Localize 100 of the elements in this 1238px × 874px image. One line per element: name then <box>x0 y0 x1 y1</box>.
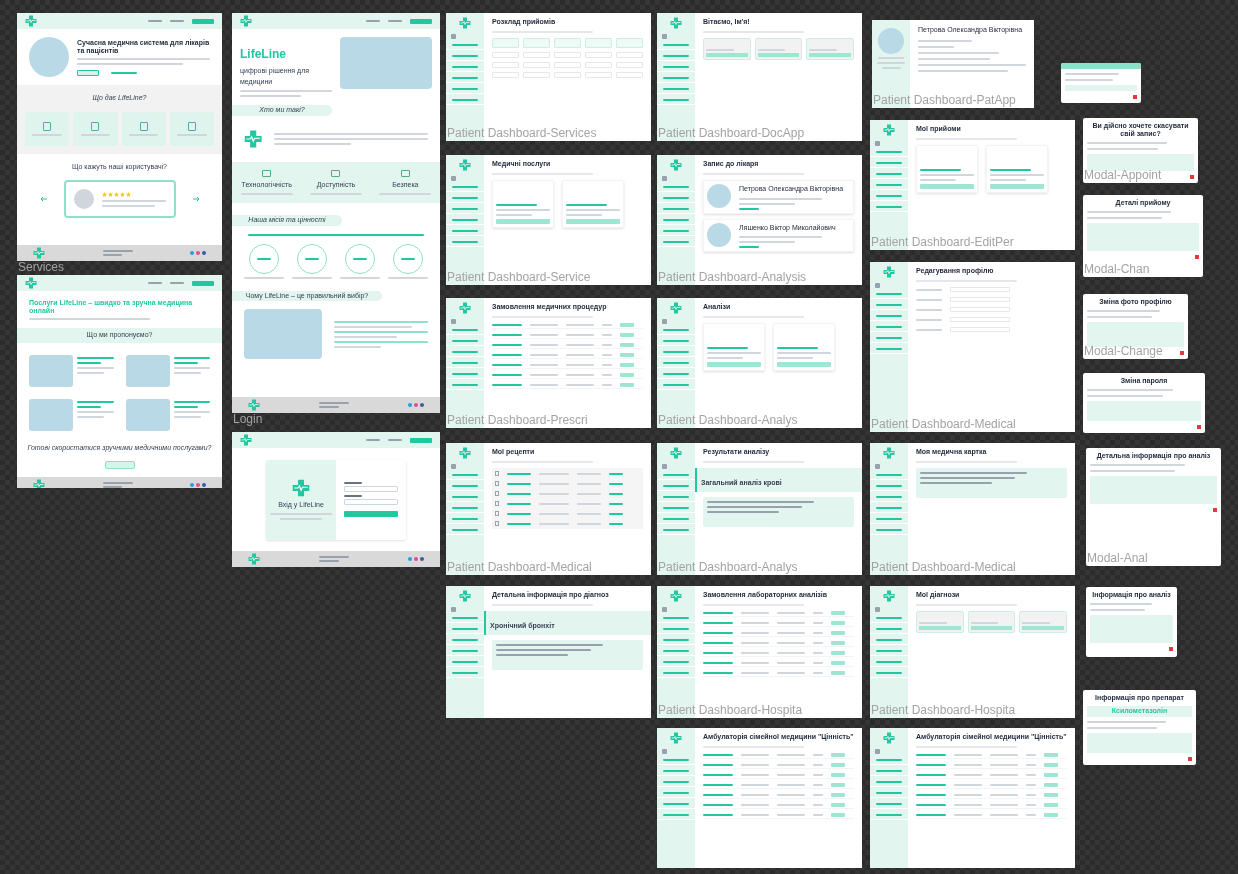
order-button[interactable] <box>831 793 845 797</box>
sidebar-item[interactable] <box>657 814 695 820</box>
sidebar-item[interactable] <box>657 529 695 535</box>
login-button[interactable] <box>192 280 214 286</box>
sidebar-item[interactable] <box>870 507 908 513</box>
sidebar-item[interactable] <box>870 315 908 321</box>
tile-button[interactable] <box>970 626 1013 630</box>
sidebar-item[interactable] <box>657 650 695 656</box>
sidebar-item[interactable] <box>657 340 695 346</box>
sidebar-item[interactable] <box>657 66 695 72</box>
order-button[interactable] <box>831 773 845 777</box>
order-button[interactable] <box>1044 803 1058 807</box>
sidebar-item[interactable] <box>446 373 484 379</box>
time-slot[interactable] <box>554 52 581 58</box>
order-button[interactable] <box>831 651 845 655</box>
time-slot[interactable] <box>492 72 519 78</box>
sidebar-item[interactable] <box>446 55 484 61</box>
input-field[interactable] <box>950 297 1010 302</box>
sidebar-item[interactable] <box>657 208 695 214</box>
sidebar-item[interactable] <box>657 219 695 225</box>
sidebar-item[interactable] <box>657 230 695 236</box>
sidebar-item[interactable] <box>870 770 908 776</box>
order-button[interactable] <box>620 333 634 337</box>
time-slot[interactable] <box>492 52 519 58</box>
sidebar-item[interactable] <box>446 507 484 513</box>
sidebar-item[interactable] <box>446 384 484 390</box>
sidebar-item[interactable] <box>657 770 695 776</box>
sidebar-item[interactable] <box>657 329 695 335</box>
sidebar-item[interactable] <box>446 208 484 214</box>
sidebar-item[interactable] <box>657 373 695 379</box>
sidebar-item[interactable] <box>446 496 484 502</box>
sidebar-item[interactable] <box>870 814 908 820</box>
sidebar-item[interactable] <box>446 340 484 346</box>
sidebar-item[interactable] <box>870 496 908 502</box>
sidebar-item[interactable] <box>446 617 484 623</box>
sidebar-item[interactable] <box>446 661 484 667</box>
order-button[interactable] <box>1044 783 1058 787</box>
time-slot[interactable] <box>523 52 550 58</box>
time-slot[interactable] <box>492 62 519 68</box>
login-button[interactable] <box>410 18 432 24</box>
sidebar-item[interactable] <box>657 628 695 634</box>
order-button[interactable] <box>1044 793 1058 797</box>
sidebar-item[interactable] <box>657 197 695 203</box>
order-button[interactable] <box>620 383 634 387</box>
start-button[interactable] <box>104 461 135 469</box>
sidebar-item[interactable] <box>657 759 695 765</box>
sidebar-item[interactable] <box>657 803 695 809</box>
sidebar-item[interactable] <box>870 628 908 634</box>
sidebar-item[interactable] <box>657 617 695 623</box>
time-slot[interactable] <box>554 72 581 78</box>
primary-button[interactable] <box>77 69 99 76</box>
tile-button[interactable] <box>919 626 961 630</box>
order-button[interactable] <box>1044 813 1058 817</box>
sidebar-item[interactable] <box>657 77 695 83</box>
sidebar-item[interactable] <box>870 485 908 491</box>
sidebar-item[interactable] <box>446 628 484 634</box>
order-button[interactable] <box>831 813 845 817</box>
input-field[interactable] <box>344 486 398 492</box>
input-field[interactable] <box>344 499 398 505</box>
order-button[interactable] <box>620 343 634 347</box>
sidebar-item[interactable] <box>657 518 695 524</box>
sidebar-item[interactable] <box>446 518 484 524</box>
sidebar-item[interactable] <box>870 304 908 310</box>
sidebar-item[interactable] <box>657 661 695 667</box>
sidebar-item[interactable] <box>657 496 695 502</box>
sidebar-item[interactable] <box>870 151 908 157</box>
sidebar-item[interactable] <box>657 241 695 247</box>
time-slot[interactable] <box>616 52 643 58</box>
sidebar-item[interactable] <box>446 329 484 335</box>
sidebar-item[interactable] <box>870 162 908 168</box>
time-slot[interactable] <box>554 62 581 68</box>
sidebar-item[interactable] <box>870 781 908 787</box>
arrow-right-icon[interactable] <box>191 196 200 202</box>
sidebar-item[interactable] <box>446 197 484 203</box>
order-button[interactable] <box>831 621 845 625</box>
sidebar-item[interactable] <box>870 474 908 480</box>
order-button[interactable] <box>831 803 845 807</box>
sidebar-item[interactable] <box>870 803 908 809</box>
order-button[interactable] <box>831 763 845 767</box>
sidebar-item[interactable] <box>446 77 484 83</box>
input-field[interactable] <box>950 327 1010 332</box>
order-button[interactable] <box>1044 753 1058 757</box>
date-tab[interactable] <box>492 38 519 48</box>
sidebar-item[interactable] <box>657 672 695 678</box>
sidebar-item[interactable] <box>657 485 695 491</box>
sidebar-item[interactable] <box>446 88 484 94</box>
date-tab[interactable] <box>585 38 612 48</box>
sidebar-item[interactable] <box>446 650 484 656</box>
order-button[interactable] <box>1044 773 1058 777</box>
login-button[interactable] <box>410 437 432 443</box>
input-field[interactable] <box>950 307 1010 312</box>
sidebar-item[interactable] <box>870 650 908 656</box>
sidebar-item[interactable] <box>870 293 908 299</box>
order-button[interactable] <box>831 641 845 645</box>
tile-button[interactable] <box>809 53 851 57</box>
order-button[interactable] <box>620 353 634 357</box>
sidebar-item[interactable] <box>446 351 484 357</box>
sidebar-item[interactable] <box>657 44 695 50</box>
sidebar-item[interactable] <box>446 474 484 480</box>
sidebar-item[interactable] <box>870 518 908 524</box>
